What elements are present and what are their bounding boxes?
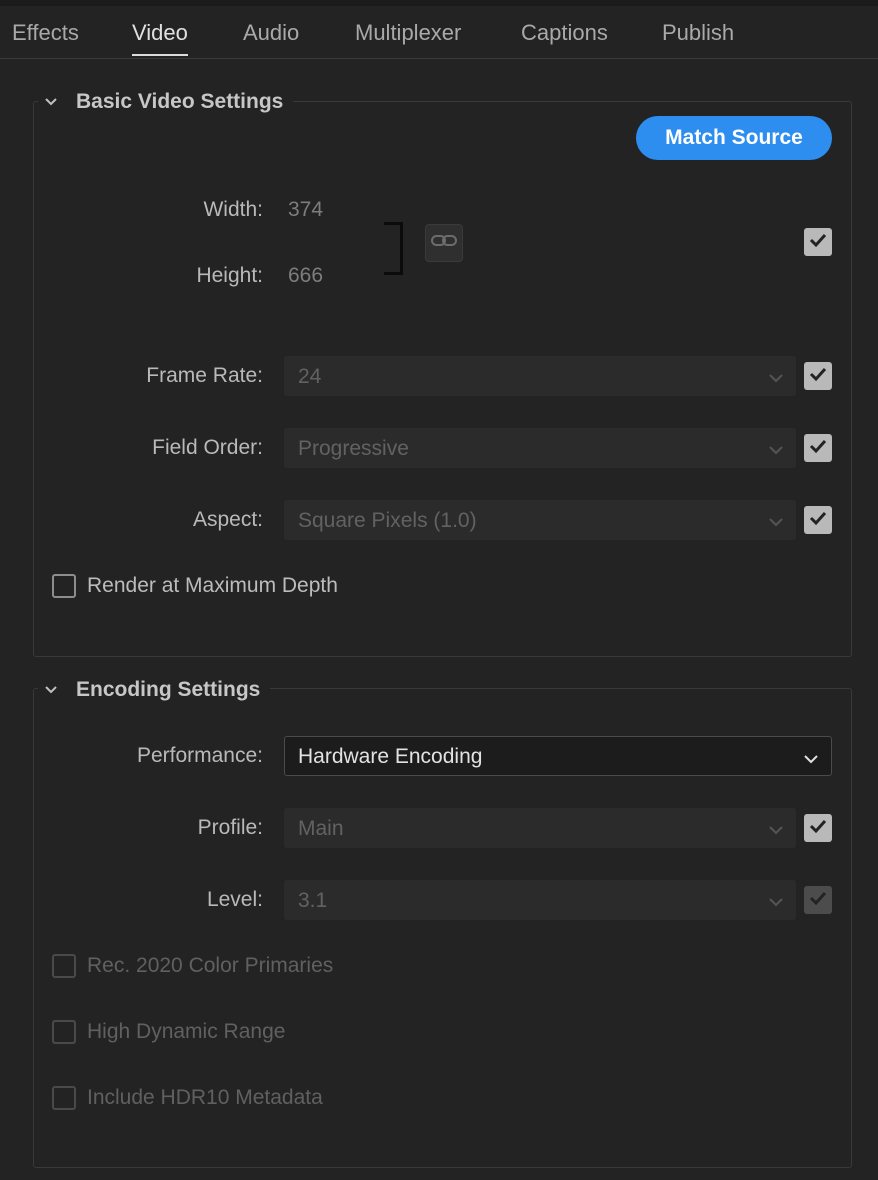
tab-audio[interactable]: Audio [243, 20, 299, 46]
checkmark-icon [808, 890, 828, 911]
section-title: Encoding Settings [76, 678, 261, 701]
field-order-label: Field Order: [152, 436, 263, 459]
tab-video[interactable]: Video [132, 20, 188, 56]
frame-rate-match-checkbox[interactable] [804, 362, 832, 390]
link-icon [430, 233, 458, 254]
encoding-settings-header[interactable]: Encoding Settings [38, 675, 271, 705]
aspect-dropdown[interactable]: Square Pixels (1.0) [284, 500, 796, 540]
profile-label: Profile: [197, 816, 263, 839]
level-dropdown[interactable]: 3.1 [284, 880, 796, 920]
aspect-value: Square Pixels (1.0) [298, 509, 477, 532]
hdr-label[interactable]: High Dynamic Range [87, 1020, 285, 1044]
frame-rate-label: Frame Rate: [146, 364, 263, 387]
profile-dropdown[interactable]: Main [284, 808, 796, 848]
dimensions-match-checkbox[interactable] [804, 228, 832, 256]
chevron-down-icon [768, 894, 784, 912]
frame-rate-value: 24 [298, 365, 322, 388]
frame-rate-dropdown[interactable]: 24 [284, 356, 796, 396]
tab-effects[interactable]: Effects [12, 20, 79, 46]
checkmark-icon [808, 510, 828, 531]
aspect-link-bracket [384, 222, 403, 275]
height-label: Height: [196, 264, 263, 287]
level-value: 3.1 [298, 889, 328, 912]
profile-value: Main [298, 817, 344, 840]
checkmark-icon [808, 438, 828, 459]
tab-multiplexer[interactable]: Multiplexer [355, 20, 461, 46]
chevron-down-icon [44, 685, 58, 695]
height-value[interactable]: 666 [288, 264, 323, 288]
section-title: Basic Video Settings [76, 90, 284, 113]
performance-value: Hardware Encoding [298, 745, 483, 768]
render-max-depth-label[interactable]: Render at Maximum Depth [87, 574, 338, 598]
render-max-depth-checkbox[interactable] [52, 574, 76, 598]
hdr10-metadata-checkbox[interactable] [52, 1086, 76, 1110]
aspect-match-checkbox[interactable] [804, 506, 832, 534]
tab-bar: Effects Video Audio Multiplexer Captions… [0, 6, 878, 59]
tab-publish[interactable]: Publish [662, 20, 734, 46]
performance-dropdown[interactable]: Hardware Encoding [284, 736, 832, 776]
chevron-down-icon [768, 442, 784, 460]
field-order-dropdown[interactable]: Progressive [284, 428, 796, 468]
chevron-down-icon [768, 370, 784, 388]
rec2020-checkbox[interactable] [52, 954, 76, 978]
basic-video-settings-header[interactable]: Basic Video Settings [38, 87, 294, 117]
chevron-down-icon [768, 822, 784, 840]
width-label: Width: [203, 198, 263, 221]
rec2020-label[interactable]: Rec. 2020 Color Primaries [87, 954, 333, 978]
checkmark-icon [808, 232, 828, 253]
constrain-proportions-button[interactable] [425, 224, 463, 262]
hdr10-metadata-label[interactable]: Include HDR10 Metadata [87, 1086, 323, 1110]
hdr-checkbox[interactable] [52, 1020, 76, 1044]
checkmark-icon [808, 366, 828, 387]
chevron-down-icon [768, 514, 784, 532]
field-order-value: Progressive [298, 437, 409, 460]
chevron-down-icon [803, 751, 819, 769]
level-match-checkbox[interactable] [804, 886, 832, 914]
width-value[interactable]: 374 [288, 198, 323, 222]
checkmark-icon [808, 818, 828, 839]
profile-match-checkbox[interactable] [804, 814, 832, 842]
chevron-down-icon [44, 97, 58, 107]
tab-captions[interactable]: Captions [521, 20, 608, 46]
field-order-match-checkbox[interactable] [804, 434, 832, 462]
match-source-button[interactable]: Match Source [636, 116, 832, 160]
level-label: Level: [206, 888, 263, 911]
performance-label: Performance: [136, 744, 263, 767]
aspect-label: Aspect: [192, 508, 263, 531]
